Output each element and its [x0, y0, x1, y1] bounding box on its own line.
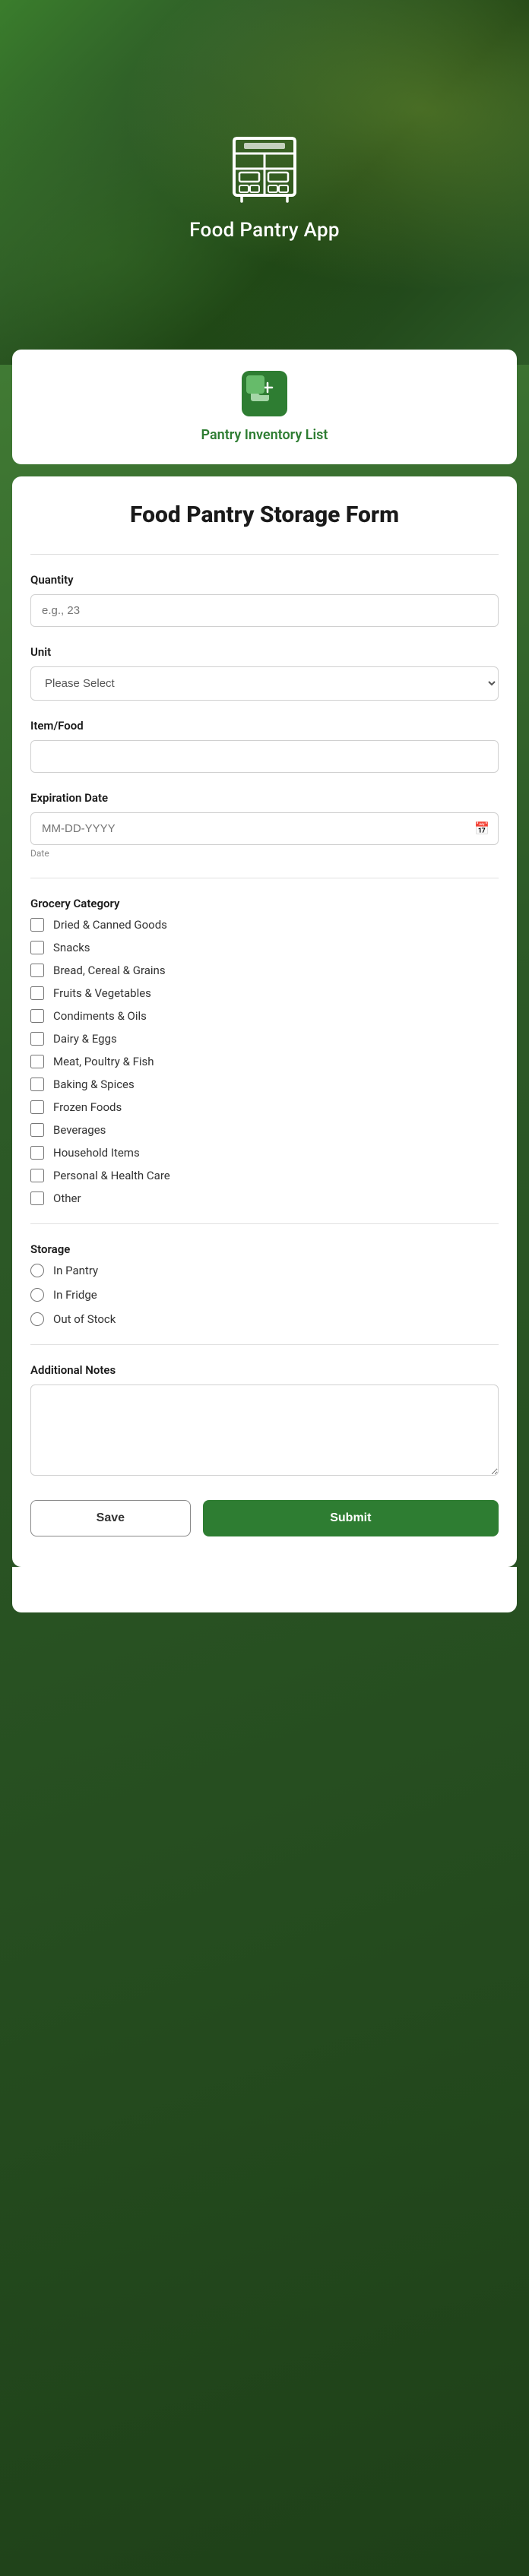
checkbox-label-condiments: Condiments & Oils: [53, 1009, 147, 1023]
expiration-date-group: Expiration Date 📅 Date: [30, 791, 499, 859]
checkbox-label-dairy-eggs: Dairy & Eggs: [53, 1032, 117, 1046]
checkbox-household[interactable]: [30, 1146, 44, 1160]
checkbox-item-bread-cereal: Bread, Cereal & Grains: [30, 964, 499, 977]
checkbox-label-personal: Personal & Health Care: [53, 1169, 170, 1182]
checkbox-label-fruits-veg: Fruits & Vegetables: [53, 986, 151, 1000]
radio-item-in-fridge: In Fridge: [30, 1288, 499, 1302]
expiration-date-label: Expiration Date: [30, 791, 499, 805]
quantity-input[interactable]: [30, 594, 499, 627]
checkbox-label-beverages: Beverages: [53, 1123, 106, 1137]
divider-top: [30, 554, 499, 555]
grocery-category-label: Grocery Category: [30, 897, 499, 910]
quantity-group: Quantity: [30, 573, 499, 627]
checkbox-item-frozen: Frozen Foods: [30, 1100, 499, 1114]
unit-select[interactable]: Please Select oz lbs kg g liters ml unit…: [30, 666, 499, 701]
checkbox-condiments[interactable]: [30, 1009, 44, 1023]
submit-button[interactable]: Submit: [203, 1500, 499, 1536]
checkbox-item-condiments: Condiments & Oils: [30, 1009, 499, 1023]
radio-item-in-pantry: In Pantry: [30, 1264, 499, 1277]
form-card: Food Pantry Storage Form Quantity Unit P…: [12, 476, 517, 1567]
form-title: Food Pantry Storage Form: [30, 501, 499, 530]
divider-notes: [30, 1344, 499, 1345]
checkbox-beverages[interactable]: [30, 1123, 44, 1137]
checkbox-baking[interactable]: [30, 1078, 44, 1091]
checkbox-fruits-veg[interactable]: [30, 986, 44, 1000]
expiration-date-input[interactable]: [30, 812, 499, 845]
calendar-icon: 📅: [474, 821, 489, 836]
save-button[interactable]: Save: [30, 1500, 191, 1536]
radio-in-fridge[interactable]: [30, 1288, 44, 1302]
checkbox-label-meat: Meat, Poultry & Fish: [53, 1055, 154, 1068]
checkbox-label-frozen: Frozen Foods: [53, 1100, 122, 1114]
checkbox-snacks[interactable]: [30, 941, 44, 954]
checkbox-label-snacks: Snacks: [53, 941, 90, 954]
additional-notes-label: Additional Notes: [30, 1363, 499, 1377]
radio-in-pantry[interactable]: [30, 1264, 44, 1277]
app-icon: [223, 123, 306, 207]
checkbox-bread-cereal[interactable]: [30, 964, 44, 977]
radio-label-out-of-stock: Out of Stock: [53, 1312, 116, 1326]
unit-group: Unit Please Select oz lbs kg g liters ml…: [30, 645, 499, 701]
checkbox-label-baking: Baking & Spices: [53, 1078, 135, 1091]
quantity-label: Quantity: [30, 573, 499, 587]
checkbox-item-personal: Personal & Health Care: [30, 1169, 499, 1182]
storage-label: Storage: [30, 1242, 499, 1256]
radio-item-out-of-stock: Out of Stock: [30, 1312, 499, 1326]
item-food-input[interactable]: [30, 740, 499, 773]
date-wrapper: 📅: [30, 812, 499, 845]
additional-notes-group: Additional Notes: [30, 1363, 499, 1479]
checkbox-item-household: Household Items: [30, 1146, 499, 1160]
pantry-card-icon: [242, 371, 287, 416]
checkbox-item-snacks: Snacks: [30, 941, 499, 954]
checkbox-item-dried-canned: Dried & Canned Goods: [30, 918, 499, 932]
checkbox-item-meat: Meat, Poultry & Fish: [30, 1055, 499, 1068]
checkbox-other[interactable]: [30, 1191, 44, 1205]
checkbox-item-fruits-veg: Fruits & Vegetables: [30, 986, 499, 1000]
radio-label-in-pantry: In Pantry: [53, 1264, 98, 1277]
app-title: Food Pantry App: [189, 219, 340, 242]
radio-label-in-fridge: In Fridge: [53, 1288, 97, 1302]
checkbox-dried-canned[interactable]: [30, 918, 44, 932]
checkbox-item-dairy-eggs: Dairy & Eggs: [30, 1032, 499, 1046]
unit-label: Unit: [30, 645, 499, 659]
checkbox-personal[interactable]: [30, 1169, 44, 1182]
hero-section: Food Pantry App: [0, 0, 529, 365]
bottom-space: [12, 1567, 517, 1612]
checkbox-label-dried-canned: Dried & Canned Goods: [53, 918, 167, 932]
checkbox-item-baking: Baking & Spices: [30, 1078, 499, 1091]
radio-out-of-stock[interactable]: [30, 1312, 44, 1326]
checkbox-dairy-eggs[interactable]: [30, 1032, 44, 1046]
storage-group: Storage In Pantry In Fridge Out of Stock: [30, 1242, 499, 1326]
item-food-group: Item/Food: [30, 719, 499, 773]
date-hint: Date: [30, 848, 49, 859]
checkbox-label-household: Household Items: [53, 1146, 140, 1160]
item-food-label: Item/Food: [30, 719, 499, 733]
checkbox-item-other: Other: [30, 1191, 499, 1205]
pantry-card-title: Pantry Inventory List: [201, 427, 328, 443]
additional-notes-textarea[interactable]: [30, 1385, 499, 1476]
checkbox-label-other: Other: [53, 1191, 81, 1205]
divider-storage: [30, 1223, 499, 1224]
checkbox-group: Dried & Canned Goods Snacks Bread, Cerea…: [30, 918, 499, 1205]
radio-group-storage: In Pantry In Fridge Out of Stock: [30, 1264, 499, 1326]
pantry-card: Pantry Inventory List: [12, 350, 517, 464]
checkbox-item-beverages: Beverages: [30, 1123, 499, 1137]
button-row: Save Submit: [30, 1500, 499, 1536]
checkbox-frozen[interactable]: [30, 1100, 44, 1114]
checkbox-label-bread-cereal: Bread, Cereal & Grains: [53, 964, 166, 977]
checkbox-meat[interactable]: [30, 1055, 44, 1068]
grocery-category-group: Grocery Category Dried & Canned Goods Sn…: [30, 897, 499, 1205]
